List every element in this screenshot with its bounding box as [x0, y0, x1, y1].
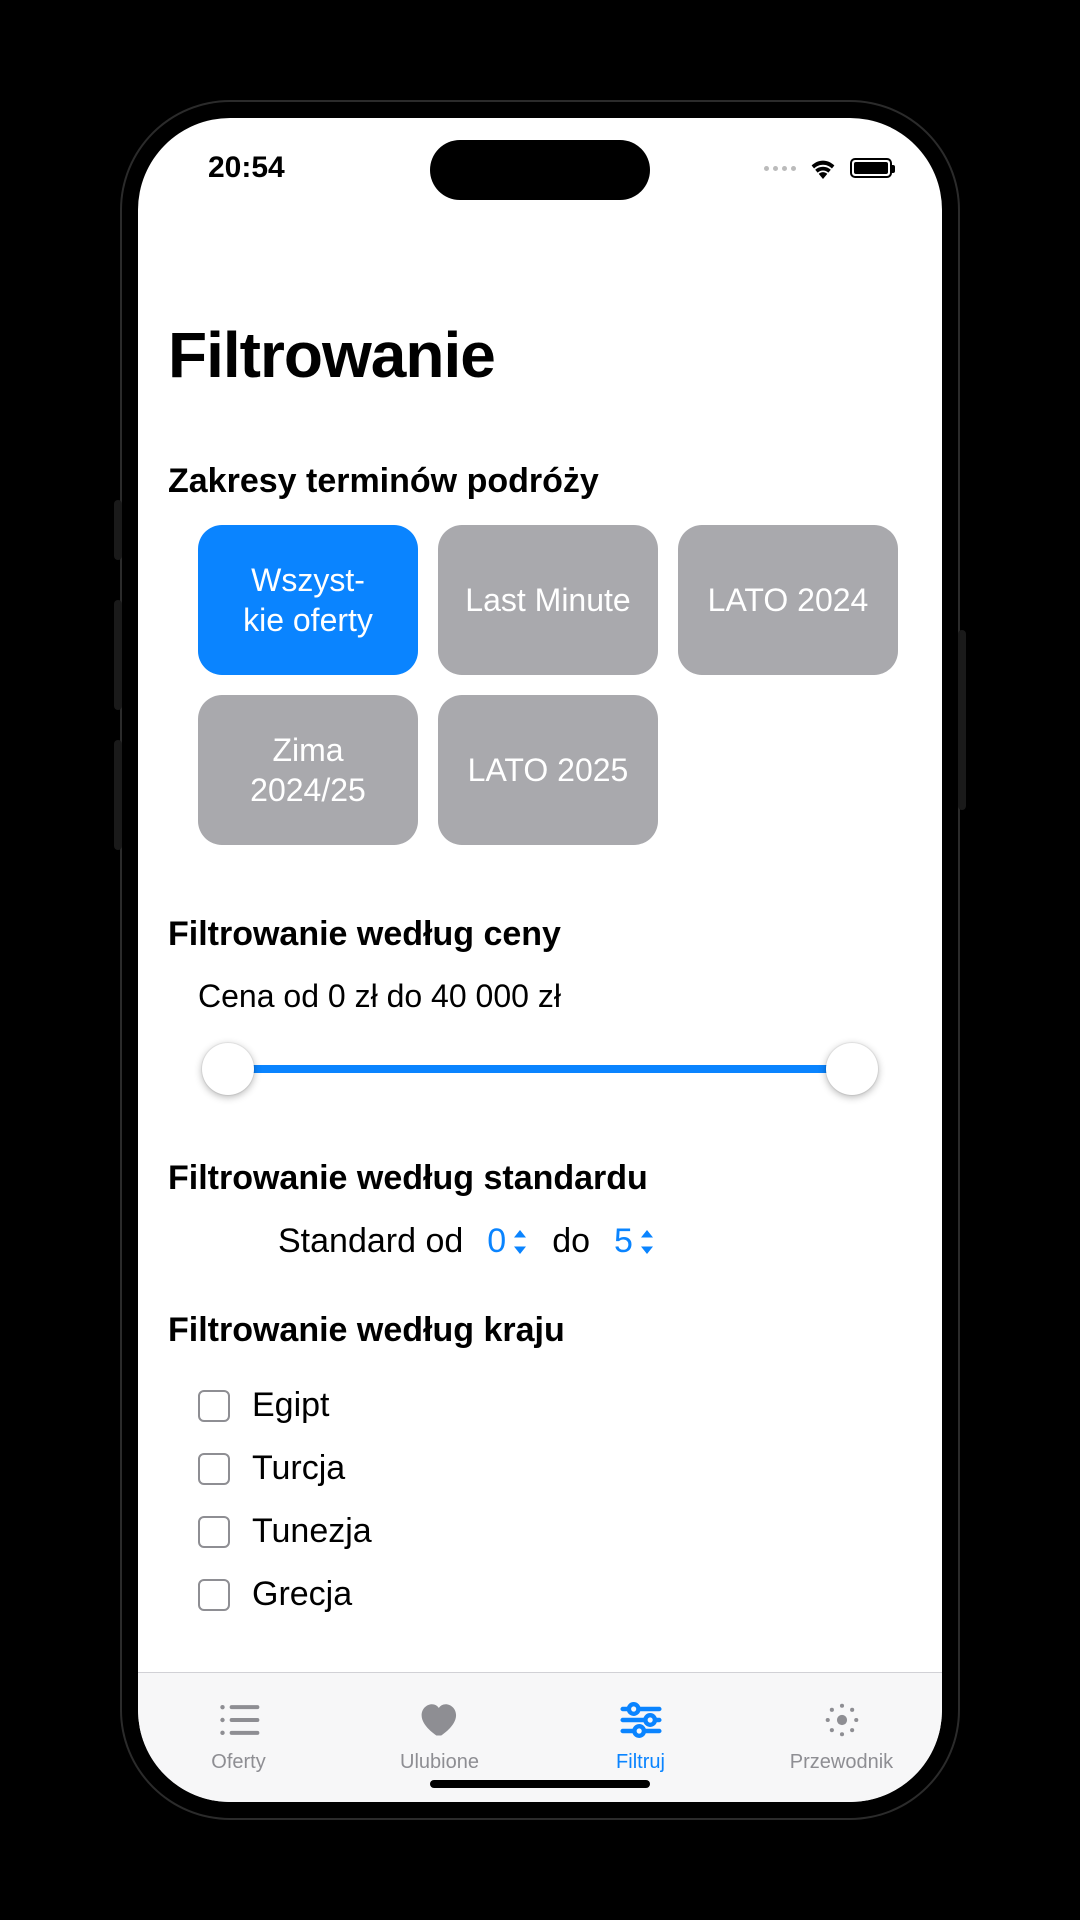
standard-to-stepper[interactable]: 5: [614, 1222, 655, 1261]
price-range-label: Cena od 0 zł do 40 000 zł: [168, 978, 912, 1015]
country-item-tunezja[interactable]: Tunezja: [198, 1500, 912, 1563]
country-item-turcja[interactable]: Turcja: [198, 1437, 912, 1500]
chevron-up-down-icon: [639, 1230, 655, 1254]
chip-label: Last Minute: [465, 580, 630, 620]
dynamic-island: [430, 140, 650, 200]
volume-down-button: [114, 740, 122, 850]
chevron-up-down-icon: [512, 1230, 528, 1254]
heart-icon: [418, 1701, 462, 1745]
checkbox[interactable]: [198, 1516, 230, 1548]
standard-from-value: 0: [487, 1222, 506, 1261]
section-date-heading: Zakresy terminów podróży: [168, 462, 912, 501]
standard-row: Standard od 0 do 5: [168, 1222, 912, 1261]
slider-thumb-min[interactable]: [202, 1043, 254, 1095]
chip-label: Wszyst- kie oferty: [243, 560, 373, 640]
tab-label: Oferty: [211, 1751, 265, 1774]
volume-up-button: [114, 600, 122, 710]
sun-icon: [820, 1701, 864, 1745]
checkbox[interactable]: [198, 1453, 230, 1485]
content-scroll[interactable]: Filtrowanie Zakresy terminów podróży Wsz…: [138, 218, 942, 1672]
country-label: Turcja: [252, 1449, 345, 1488]
standard-to-label: do: [552, 1222, 590, 1261]
chip-all-offers[interactable]: Wszyst- kie oferty: [198, 525, 418, 675]
checkbox[interactable]: [198, 1579, 230, 1611]
power-button: [958, 630, 966, 810]
standard-to-value: 5: [614, 1222, 633, 1261]
tab-oferty[interactable]: Oferty: [138, 1673, 339, 1802]
price-range-slider[interactable]: [208, 1039, 872, 1099]
battery-icon: [850, 158, 892, 178]
phone-frame: 20:54 Filtrowanie Zakresy terminów podró…: [120, 100, 960, 1820]
cellular-dots-icon: [764, 166, 796, 171]
section-country-heading: Filtrowanie według kraju: [168, 1311, 912, 1350]
slider-track: [208, 1065, 872, 1073]
chip-label: Zima 2024/25: [212, 730, 404, 810]
tab-label: Filtruj: [616, 1751, 665, 1774]
page-title: Filtrowanie: [168, 318, 912, 392]
chip-lato-2024[interactable]: LATO 2024: [678, 525, 898, 675]
side-button: [114, 500, 122, 560]
home-indicator[interactable]: [430, 1780, 650, 1788]
status-time: 20:54: [208, 151, 285, 185]
country-label: Egipt: [252, 1386, 330, 1425]
section-price-heading: Filtrowanie według ceny: [168, 915, 912, 954]
tab-przewodnik[interactable]: Przewodnik: [741, 1673, 942, 1802]
standard-from-stepper[interactable]: 0: [487, 1222, 528, 1261]
status-right: [764, 157, 892, 179]
country-list: Egipt Turcja Tunezja Grecja: [168, 1374, 912, 1626]
slider-thumb-max[interactable]: [826, 1043, 878, 1095]
sliders-icon: [619, 1701, 663, 1745]
chip-zima-2024-25[interactable]: Zima 2024/25: [198, 695, 418, 845]
country-item-grecja[interactable]: Grecja: [198, 1563, 912, 1626]
standard-from-label: Standard od: [278, 1222, 463, 1261]
chip-lato-2025[interactable]: LATO 2025: [438, 695, 658, 845]
chip-last-minute[interactable]: Last Minute: [438, 525, 658, 675]
country-label: Grecja: [252, 1575, 352, 1614]
tab-label: Przewodnik: [790, 1751, 893, 1774]
chip-label: LATO 2025: [468, 750, 629, 790]
section-standard-heading: Filtrowanie według standardu: [168, 1159, 912, 1198]
tab-label: Ulubione: [400, 1751, 479, 1774]
screen: 20:54 Filtrowanie Zakresy terminów podró…: [138, 118, 942, 1802]
checkbox[interactable]: [198, 1390, 230, 1422]
country-label: Tunezja: [252, 1512, 372, 1551]
chip-label: LATO 2024: [708, 580, 869, 620]
country-item-egipt[interactable]: Egipt: [198, 1374, 912, 1437]
wifi-icon: [808, 157, 838, 179]
list-icon: [217, 1701, 261, 1745]
date-chip-group: Wszyst- kie oferty Last Minute LATO 2024…: [168, 525, 912, 845]
